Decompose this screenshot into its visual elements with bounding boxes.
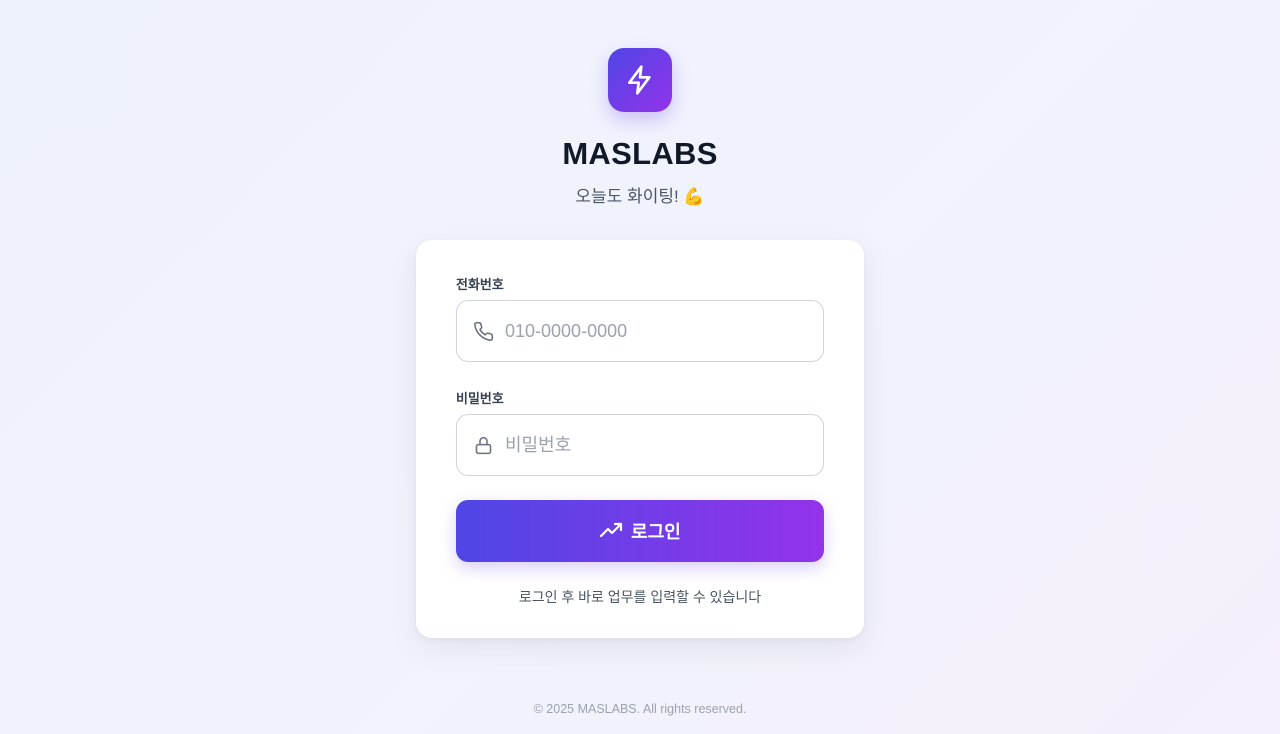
phone-label: 전화번호 <box>456 277 504 292</box>
login-page: MASLABS 오늘도 화이팅! 💪 전화번호 비밀번호 <box>0 0 1280 734</box>
trending-up-icon <box>600 522 623 538</box>
password-input[interactable] <box>505 415 805 475</box>
lock-icon <box>472 434 494 456</box>
login-button[interactable]: 로그인 <box>456 500 824 562</box>
login-hint: 로그인 후 바로 업무를 입력할 수 있습니다 <box>518 589 762 605</box>
phone-icon <box>472 320 494 342</box>
lightning-bolt-icon <box>628 65 651 95</box>
login-button-label: 로그인 <box>631 522 681 542</box>
brand-title: MASLABS <box>562 136 718 171</box>
phone-input[interactable] <box>505 301 805 361</box>
brand-subtitle: 오늘도 화이팅! 💪 <box>575 187 705 206</box>
login-card: 전화번호 비밀번호 로그인 <box>416 240 864 638</box>
phone-field[interactable] <box>456 300 824 362</box>
password-label: 비밀번호 <box>456 391 504 406</box>
footer-copyright: © 2025 MASLABS. All rights reserved. <box>533 702 747 716</box>
password-field[interactable] <box>456 414 824 476</box>
logo-badge <box>608 48 672 112</box>
